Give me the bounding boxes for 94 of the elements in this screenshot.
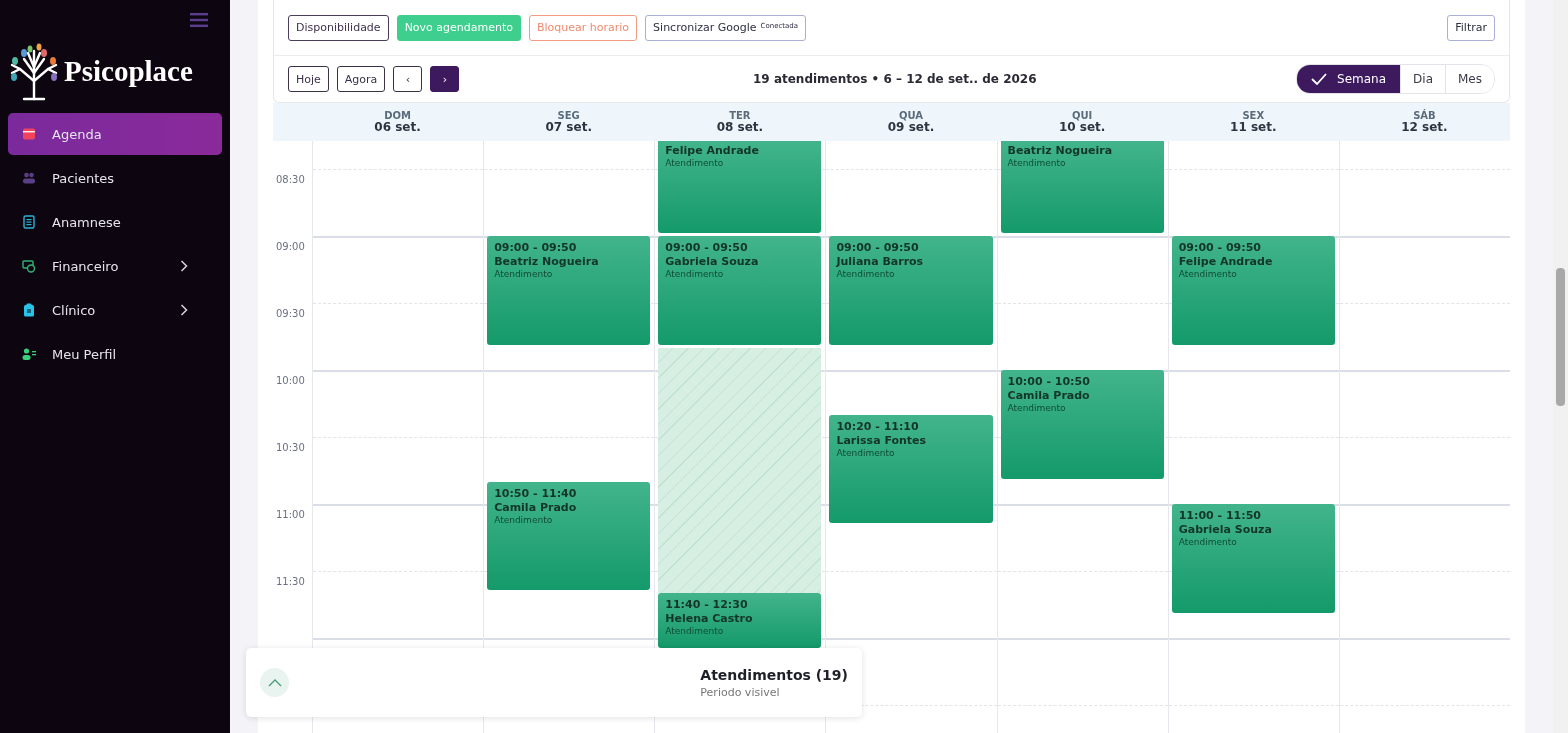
time-label: 11:30 xyxy=(275,575,306,587)
appointment-card[interactable]: 10:00 - 10:50 Camila Prado Atendimento xyxy=(1000,369,1164,479)
appointment-card[interactable]: Beatriz Nogueira Atendimento xyxy=(1000,141,1164,233)
sidebar-item[interactable]: Clínico xyxy=(8,289,222,331)
expand-button[interactable] xyxy=(260,668,289,697)
appointment-type: Atendimento xyxy=(665,158,725,168)
patient-name: Felipe Andrade xyxy=(1178,254,1274,268)
menu-icon[interactable] xyxy=(190,13,208,27)
appointment-card[interactable]: 09:00 - 09:50 Beatriz Nogueira Atendimento xyxy=(487,235,651,345)
date-label: 06 set. xyxy=(374,120,421,135)
sidebar-item[interactable]: Agenda xyxy=(8,113,222,155)
appointment-time: 09:00 - 09:50 xyxy=(836,240,920,254)
appointment-card[interactable]: 11:40 - 12:30 Helena Castro Atendimento xyxy=(658,593,822,648)
appointment-time: 09:00 - 09:50 xyxy=(494,240,578,254)
time-label: 11:00 xyxy=(275,508,306,520)
appointment-card[interactable]: 09:00 - 09:50 Gabriela Souza Atendimento xyxy=(658,235,822,345)
appointment-time: 10:00 - 10:50 xyxy=(1007,374,1091,388)
document-icon xyxy=(22,215,36,229)
appointment-time: 10:20 - 11:10 xyxy=(836,419,920,433)
patient-name: Juliana Barros xyxy=(836,254,925,268)
view-tab[interactable]: Mes xyxy=(1445,65,1494,93)
appointment-card[interactable]: 09:00 - 09:50 Juliana Barros Atendimento xyxy=(829,235,993,345)
brand-name: Psicoplace xyxy=(64,54,193,88)
appointment-type: Atendimento xyxy=(1178,268,1238,279)
scrollbar[interactable] xyxy=(1553,0,1568,733)
sidebar-item[interactable]: Financeiro xyxy=(8,245,222,287)
date-label: 11 set. xyxy=(1230,120,1277,135)
appointment-type: Atendimento xyxy=(494,268,554,279)
time-label: 08:30 xyxy=(275,173,306,185)
panel-subtitle: Periodo visivel xyxy=(700,685,781,699)
patient-name: Camila Prado xyxy=(494,500,578,514)
chevron-right-icon xyxy=(180,260,188,272)
chevron-up-icon xyxy=(267,678,282,687)
appointment-time: 09:00 - 09:50 xyxy=(665,240,749,254)
weekday-label: QUI xyxy=(1071,109,1093,121)
people-icon xyxy=(22,171,36,185)
appointment-type: Atendimento xyxy=(836,268,896,279)
sidebar-item[interactable]: Pacientes xyxy=(8,157,222,199)
next-button[interactable]: › xyxy=(430,66,460,92)
patient-name: Felipe Andrade xyxy=(665,144,760,157)
patient-name: Helena Castro xyxy=(665,612,754,626)
weekday-label: QUA xyxy=(898,109,923,121)
appointment-card[interactable]: 10:50 - 11:40 Camila Prado Atendimento xyxy=(487,481,651,591)
appointment-type: Atendimento xyxy=(1007,402,1067,413)
patient-name: Beatriz Nogueira xyxy=(1007,144,1114,157)
patient-name: Gabriela Souza xyxy=(665,254,760,268)
calendar-icon xyxy=(22,127,36,141)
appointment-type: Atendimento xyxy=(665,268,725,279)
appointment-time: 11:40 - 12:30 xyxy=(665,598,749,612)
check-icon xyxy=(1311,73,1328,85)
previous-button[interactable]: ‹ xyxy=(393,66,423,92)
weekday-label: TER xyxy=(729,109,751,121)
appointment-card[interactable]: 09:00 - 09:50 Felipe Andrade Atendimento xyxy=(1171,235,1335,345)
appointment-type: Atendimento xyxy=(1007,158,1067,168)
weekday-label: SÁB xyxy=(1413,109,1436,121)
availability-button[interactable]: Disponibilidade xyxy=(288,14,389,41)
date-label: 10 set. xyxy=(1058,120,1106,135)
patient-name: Beatriz Nogueira xyxy=(494,254,600,268)
date-label: 12 set. xyxy=(1401,120,1448,135)
appointment-time: 09:00 - 09:50 xyxy=(1178,240,1262,254)
time-label: 09:30 xyxy=(275,307,306,319)
time-label: 10:30 xyxy=(275,441,306,453)
date-label: 07 set. xyxy=(545,120,592,135)
time-label: 10:00 xyxy=(275,374,306,386)
appointment-time: 11:00 - 11:50 xyxy=(1178,508,1262,522)
patient-name: Larissa Fontes xyxy=(836,433,928,447)
sidebar-item[interactable]: Anamnese xyxy=(8,201,222,243)
appointment-card[interactable]: Felipe Andrade Atendimento xyxy=(658,141,822,233)
view-tab[interactable]: Semana xyxy=(1297,65,1401,93)
time-label: 09:00 xyxy=(275,240,306,252)
appointment-type: Atendimento xyxy=(836,447,896,458)
patient-name: Gabriela Souza xyxy=(1178,522,1273,536)
weekday-label: DOM xyxy=(384,109,411,121)
appointment-type: Atendimento xyxy=(1178,536,1238,547)
chevron-right-icon xyxy=(180,304,188,316)
sidebar-item[interactable]: Meu Perfil xyxy=(8,333,222,375)
weekday-label: SEG xyxy=(557,109,580,121)
appointment-type: Atendimento xyxy=(665,626,725,637)
patient-name: Camila Prado xyxy=(1007,388,1091,402)
profile-icon xyxy=(22,347,36,361)
weekday-label: SEX xyxy=(1242,109,1265,121)
panel-title: Atendimentos (19) xyxy=(700,666,848,683)
appointment-type: Atendimento xyxy=(494,514,554,525)
nav-button[interactable]: Hoje xyxy=(288,66,329,92)
date-label: 08 set. xyxy=(716,120,764,135)
appointment-time: 10:50 - 11:40 xyxy=(494,486,578,500)
appointment-card[interactable]: 11:00 - 11:50 Gabriela Souza Atendimento xyxy=(1171,503,1335,613)
date-label: 09 set. xyxy=(887,120,935,135)
period-summary: 19 atendimentos • 6 – 12 de set.. de 2026 xyxy=(753,72,1038,86)
nav-button[interactable]: Agora xyxy=(336,66,386,92)
sync-button[interactable]: Sincronizar Google $^{Conectada}$ xyxy=(645,14,807,41)
clipboard-icon xyxy=(22,303,36,317)
filter-button[interactable]: Filtrar xyxy=(1447,14,1495,41)
appointment-card[interactable]: 10:20 - 11:10 Larissa Fontes Atendimento xyxy=(829,414,993,524)
